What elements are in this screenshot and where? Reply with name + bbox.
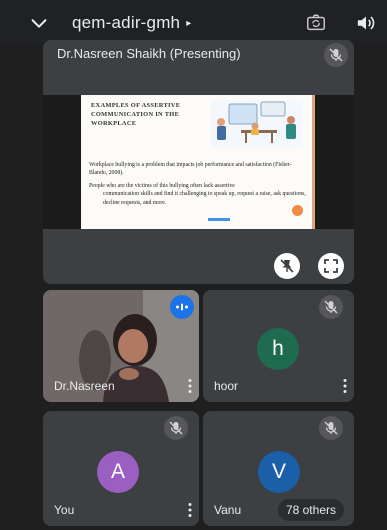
slide-paragraph-1: Workplace bullying is a problem that imp…	[89, 162, 292, 177]
participant-tile-hoor[interactable]: h hoor	[203, 290, 354, 402]
meet-screen: qem-adir-gmh ▸ Dr.Nasreen Shaikh (Present…	[0, 0, 387, 530]
slide-title: EXAMPLES OF ASSERTIVE COMMUNICATION IN T…	[91, 102, 181, 127]
more-vert-icon[interactable]	[342, 378, 348, 394]
slide-paragraph-2: People who are the victims of this bully…	[89, 182, 307, 207]
presenter-name: Dr.Nasreen Shaikh (Presenting)	[57, 46, 241, 61]
chevron-down-icon[interactable]	[28, 12, 50, 34]
camera-switch-icon[interactable]	[305, 12, 327, 34]
slide-paragraph-2-rest: communication skills and find it challen…	[103, 191, 306, 206]
participant-name: You	[54, 503, 75, 517]
slide-orange-dot	[292, 205, 303, 216]
participant-tile-you[interactable]: A You	[43, 411, 199, 526]
mic-off-icon	[319, 416, 343, 440]
slide-blue-bar	[208, 218, 230, 221]
pin-off-icon	[280, 259, 294, 273]
participant-name: Vanu	[214, 503, 242, 517]
avatar: A	[97, 451, 139, 493]
more-vert-icon[interactable]	[187, 502, 193, 518]
slide-illustration	[211, 100, 303, 148]
mic-off-icon	[319, 295, 343, 319]
fullscreen-icon	[324, 259, 338, 273]
meeting-code-text: qem-adir-gmh	[72, 13, 181, 32]
avatar: V	[258, 451, 300, 493]
avatar: h	[257, 328, 299, 370]
audio-level-icon	[170, 295, 194, 319]
participant-tile-dr-nasreen[interactable]: Dr.Nasreen	[43, 290, 199, 402]
participant-tile-vanu[interactable]: V Vanu 78 others	[203, 411, 354, 526]
unpin-button[interactable]	[274, 253, 300, 279]
participant-name: hoor	[214, 379, 239, 393]
meeting-code[interactable]: qem-adir-gmh ▸	[72, 13, 191, 33]
mic-off-icon	[324, 43, 348, 67]
others-count-button[interactable]: 78 others	[277, 499, 344, 521]
participant-name: Dr.Nasreen	[54, 379, 115, 393]
presentation-tile[interactable]: Dr.Nasreen Shaikh (Presenting) EXAMPLES …	[43, 40, 354, 284]
fullscreen-button[interactable]	[318, 253, 344, 279]
speaker-icon[interactable]	[355, 13, 377, 33]
more-vert-icon[interactable]	[187, 378, 193, 394]
caret-right-icon: ▸	[186, 18, 192, 29]
shared-screen: EXAMPLES OF ASSERTIVE COMMUNICATION IN T…	[43, 95, 354, 229]
presentation-slide: EXAMPLES OF ASSERTIVE COMMUNICATION IN T…	[81, 95, 315, 229]
slide-edge	[312, 95, 315, 229]
slide-paragraph-2-first: People who are the victims of this bully…	[89, 183, 235, 189]
mic-off-icon	[164, 416, 188, 440]
